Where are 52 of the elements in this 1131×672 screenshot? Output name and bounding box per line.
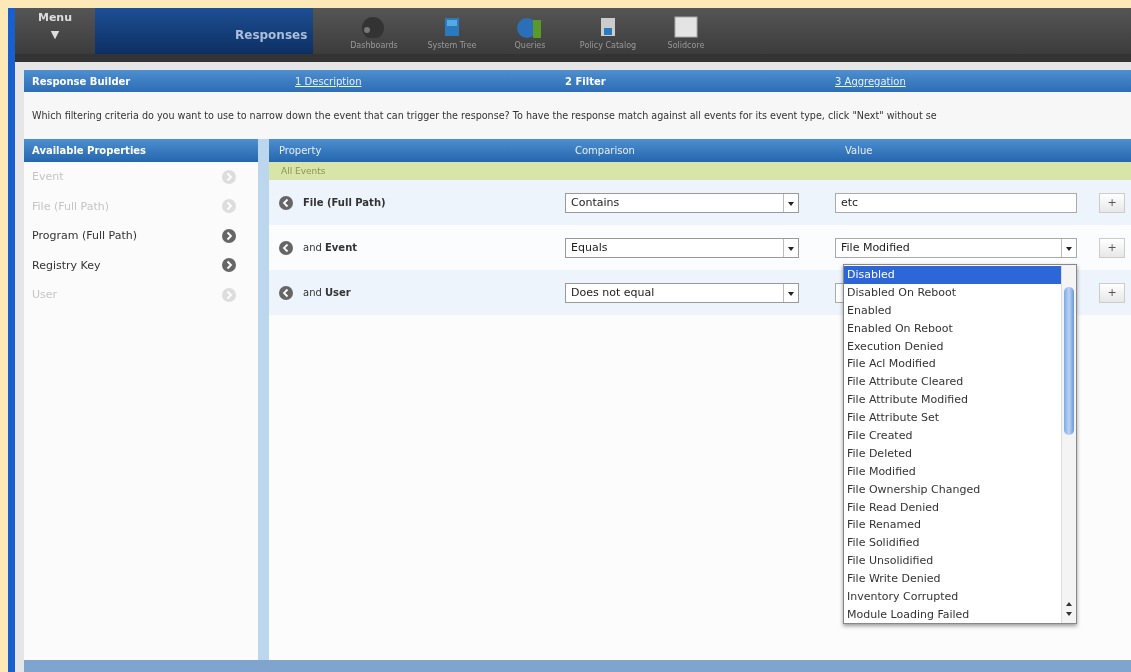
dropdown-option[interactable]: File Ownership Changed (844, 480, 1061, 499)
dropdown-option[interactable]: Enabled On Reboot (844, 319, 1061, 338)
property-label: and Event (303, 242, 358, 253)
panel-title: Available Properties (24, 139, 258, 162)
add-button[interactable]: + (1099, 282, 1125, 303)
value-select[interactable]: File Modified (835, 237, 1077, 258)
dropdown-option[interactable]: File Attribute Modified (844, 391, 1061, 410)
doc-icon (671, 16, 701, 38)
scrollbar[interactable] (1061, 265, 1076, 623)
comparison-select[interactable]: Equals (565, 237, 799, 258)
dropdown-option[interactable]: Enabled (844, 301, 1061, 320)
dropdown-option[interactable]: Module Loading Failed (844, 605, 1061, 624)
nav-item[interactable]: Policy Catalog (571, 16, 645, 54)
comparison-select[interactable]: Does not equal (565, 282, 799, 303)
wizard-step[interactable]: 1 Description (287, 75, 557, 87)
menu-button[interactable]: Menu ▼ (15, 8, 95, 54)
instructions-text: Which filtering criteria do you want to use to narrow down the event that can trigger the response? To have the response match against all events for its event type, click "Next" without se (24, 92, 1131, 139)
property-item[interactable]: Program (Full Path) (32, 229, 137, 243)
nav-item[interactable]: Solidcore (649, 16, 723, 54)
dropdown-option[interactable]: File Renamed (844, 516, 1061, 535)
dropdown-option[interactable]: Disabled On Reboot (844, 283, 1061, 302)
nav-item[interactable]: Queries (493, 16, 567, 54)
value-field[interactable]: etc (835, 192, 1077, 213)
wizard-title: Response Builder (31, 75, 132, 87)
dropdown-option[interactable]: File Write Denied (844, 570, 1061, 589)
dropdown-option[interactable]: File Attribute Set (844, 409, 1061, 427)
dropdown-option[interactable]: File Modified (844, 462, 1061, 481)
dropdown-option[interactable]: File Acl Modified (844, 355, 1061, 374)
dropdown-option[interactable]: File Attribute Cleared (844, 373, 1061, 392)
dropdown-option[interactable]: File Solidified (844, 534, 1061, 553)
column-title: Comparison (574, 145, 636, 156)
dropdown-option[interactable]: File Unsolidified (844, 552, 1061, 571)
dropdown-option[interactable]: File Created (844, 427, 1061, 445)
nav-item[interactable]: Dashboards (337, 16, 411, 54)
wizard-step[interactable]: 2 Filter (557, 75, 827, 87)
property-label: and User (303, 287, 351, 298)
dropdown-option[interactable]: Disabled (844, 266, 1061, 284)
add-button[interactable]: + (1099, 192, 1125, 213)
nav-item[interactable]: System Tree (415, 16, 489, 54)
dropdown-option[interactable]: Execution Denied (844, 337, 1061, 356)
group-row: All Events (269, 162, 1131, 180)
property-item[interactable]: Registry Key (32, 258, 101, 272)
module-tab[interactable]: Responses (95, 8, 313, 54)
comparison-select[interactable]: Contains (565, 192, 799, 213)
column-title: Value (844, 145, 874, 156)
add-button[interactable]: + (1099, 237, 1125, 258)
property-label: File (Full Path) (303, 197, 386, 208)
dropdown-option[interactable]: File Deleted (844, 444, 1061, 463)
wizard-step[interactable]: 3 Aggregation (827, 75, 1097, 87)
dropdown-option[interactable]: Inventory Corrupted (844, 588, 1061, 606)
dropdown-option[interactable]: File Read Denied (844, 498, 1061, 517)
column-title: Property (278, 145, 323, 156)
